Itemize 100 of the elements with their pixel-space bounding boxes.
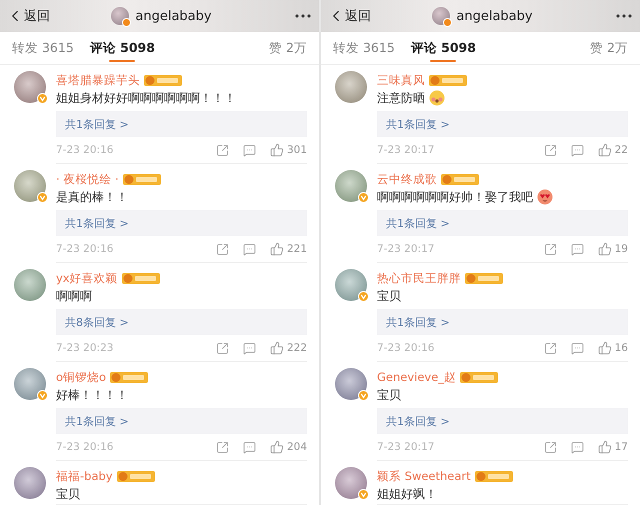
commenter-name[interactable]: 云中终成歌 <box>377 172 437 186</box>
like-button[interactable]: 301 <box>270 143 307 157</box>
fan-badge-icon <box>441 174 479 184</box>
commenter-name[interactable]: · 夜桜悦绘 · <box>56 172 119 186</box>
commenter-name[interactable]: 三味真风 <box>377 72 425 88</box>
fan-badge-icon <box>429 74 467 86</box>
commenter-name[interactable]: 颖系 Sweetheart <box>377 468 471 484</box>
avatar[interactable] <box>335 71 367 103</box>
more-icon <box>295 14 311 18</box>
comment-text: 是真的棒！！ <box>56 188 128 206</box>
share-button[interactable] <box>544 440 557 454</box>
fan-badge-icon <box>110 372 148 382</box>
profile-avatar[interactable] <box>432 7 450 25</box>
replies-link[interactable]: 共8条回复 > <box>56 309 307 335</box>
like-button[interactable]: 204 <box>270 440 307 454</box>
comment-button[interactable] <box>242 342 256 354</box>
commenter-name[interactable]: yx好喜欢颖 <box>56 270 118 286</box>
thumbs-up-icon <box>598 242 612 256</box>
commenter-name[interactable]: 热心市民王胖胖 <box>377 270 461 286</box>
like-button[interactable]: 16 <box>598 341 628 355</box>
comment-time: 7-23 20:16 <box>377 342 434 354</box>
more-button[interactable] <box>616 14 632 18</box>
avatar[interactable] <box>14 269 46 301</box>
comment-button[interactable] <box>242 242 256 256</box>
username: angelababy <box>135 8 212 24</box>
blushing-face-icon <box>429 90 445 106</box>
tab[interactable]: 转发 3615 <box>12 32 74 64</box>
fan-badge-icon <box>122 272 160 284</box>
like-button[interactable]: 19 <box>598 242 628 256</box>
like-button[interactable]: 22 <box>598 143 628 157</box>
replies-link[interactable]: 共1条回复 > <box>377 210 628 236</box>
like-button[interactable]: 221 <box>270 242 307 256</box>
fan-badge-icon <box>474 470 513 482</box>
replies-link[interactable]: 共1条回复 > <box>377 408 628 434</box>
username: angelababy <box>456 8 533 24</box>
share-button[interactable] <box>216 144 229 156</box>
avatar[interactable] <box>335 170 367 202</box>
thumbs-up-icon <box>270 341 284 355</box>
replies-link[interactable]: 共1条回复 > <box>377 111 628 137</box>
commenter-name[interactable]: 喜塔腊暴躁芋头 <box>56 72 140 88</box>
replies-link[interactable]: 共1条回复 > <box>56 408 307 434</box>
avatar[interactable] <box>14 368 46 400</box>
avatar[interactable] <box>14 170 46 202</box>
comment-time: 7-23 20:23 <box>56 342 114 354</box>
comment-text: 姐姐好飒！ <box>377 486 437 502</box>
comment-button[interactable] <box>570 342 584 354</box>
fan-badge-icon <box>116 470 155 482</box>
avatar[interactable] <box>335 467 367 499</box>
commenter-name[interactable]: Genevieve_赵 <box>377 370 456 384</box>
comment-text: 姐姐身材好好啊啊啊啊啊啊！！！ <box>56 90 236 106</box>
share-button[interactable] <box>544 342 557 354</box>
share-button[interactable] <box>544 144 557 156</box>
tab[interactable]: 转发 3615 <box>333 32 395 64</box>
profile-avatar[interactable] <box>111 7 130 25</box>
comment-button[interactable] <box>570 440 584 454</box>
avatar[interactable] <box>335 269 367 301</box>
avatar[interactable] <box>14 467 46 499</box>
back-button[interactable]: 返回 <box>327 7 371 25</box>
fan-badge-icon <box>460 372 498 382</box>
tab[interactable]: 评论 5098 <box>410 32 476 64</box>
commenter-name[interactable]: 福福-baby <box>56 468 113 484</box>
comment-text: 啊啊啊啊啊啊好帅！娶了我吧 <box>377 188 533 206</box>
thumbs-up-icon <box>598 341 612 355</box>
like-button[interactable]: 17 <box>598 440 628 454</box>
tab[interactable]: 赞 2万 <box>269 32 307 64</box>
thumbs-up-icon <box>270 143 284 157</box>
comment-time: 7-23 20:16 <box>56 144 114 156</box>
comment-button[interactable] <box>242 144 256 156</box>
fan-badge-icon <box>144 74 182 86</box>
comment-text: 好棒！！！！ <box>56 386 128 404</box>
replies-link[interactable]: 共1条回复 > <box>56 210 307 236</box>
share-button[interactable] <box>216 242 229 256</box>
tab[interactable]: 赞 2万 <box>590 32 628 64</box>
comment-text: 啊啊啊 <box>56 288 92 304</box>
more-button[interactable] <box>295 14 311 18</box>
avatar[interactable] <box>335 368 367 400</box>
thumbs-up-icon <box>598 440 612 454</box>
share-button[interactable] <box>216 440 229 454</box>
like-button[interactable]: 222 <box>270 341 307 355</box>
share-button[interactable] <box>216 342 229 354</box>
commenter-name[interactable]: o铜锣烧o <box>56 370 106 384</box>
thumbs-up-icon <box>270 242 284 256</box>
fan-badge-icon <box>465 272 503 284</box>
replies-link[interactable]: 共1条回复 > <box>56 111 307 137</box>
fan-badge-icon <box>122 174 161 184</box>
comment-button[interactable] <box>570 144 584 156</box>
comment-text: 宝贝 <box>377 288 401 304</box>
comment-time: 7-23 20:17 <box>377 441 434 453</box>
comment-text: 宝贝 <box>377 386 401 404</box>
comment-time: 7-23 20:16 <box>56 441 114 453</box>
comment-button[interactable] <box>242 440 256 454</box>
comment-button[interactable] <box>570 242 584 256</box>
comment-time: 7-23 20:17 <box>377 144 434 156</box>
comment-time: 7-23 20:17 <box>377 243 434 255</box>
heart-eyes-face-icon <box>537 189 553 205</box>
avatar[interactable] <box>14 71 46 103</box>
replies-link[interactable]: 共1条回复 > <box>377 309 628 335</box>
back-button[interactable]: 返回 <box>6 7 50 25</box>
tab[interactable]: 评论 5098 <box>90 32 155 64</box>
share-button[interactable] <box>544 242 557 256</box>
